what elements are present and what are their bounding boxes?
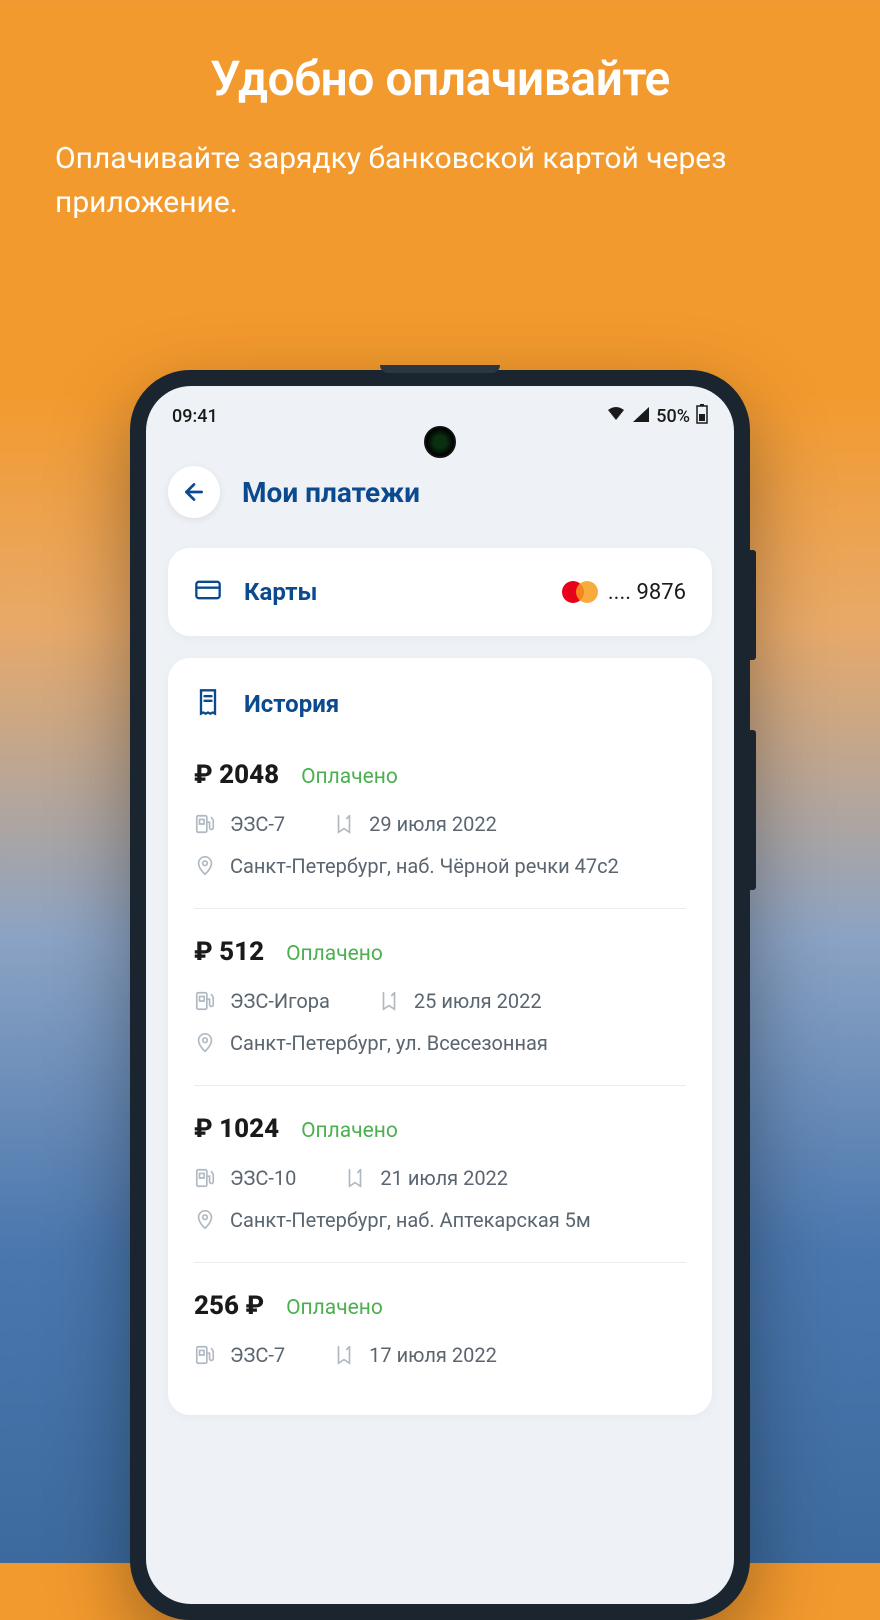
payment-date: 29 июля 2022 [369, 812, 497, 836]
payment-amount: ₽ 2048 [194, 760, 279, 790]
payment-address: Санкт-Петербург, ул. Всесезонная [230, 1031, 548, 1055]
station-icon [194, 990, 216, 1012]
battery-pct: 50% [656, 406, 690, 427]
card-masked-number: .... 9876 [608, 580, 686, 605]
station-icon [194, 1167, 216, 1189]
mastercard-icon [562, 581, 598, 603]
date-icon [333, 813, 355, 835]
wifi-icon [606, 406, 626, 427]
history-section: История ₽ 2048ОплаченоЭЗС-729 июля 2022С… [168, 658, 712, 1415]
phone-side-button [750, 730, 756, 890]
payment-address: Санкт-Петербург, наб. Чёрной речки 47с2 [230, 854, 619, 878]
payment-status: Оплачено [286, 942, 383, 966]
cards-label: Карты [244, 578, 540, 606]
payment-date: 25 июля 2022 [414, 989, 542, 1013]
promo-title: Удобно оплачивайте [0, 0, 880, 107]
location-icon [194, 1032, 216, 1054]
signal-icon [632, 406, 650, 427]
station-icon [194, 813, 216, 835]
receipt-icon [194, 688, 222, 720]
history-item[interactable]: ₽ 512 Оплачено ЭЗС-Игора 25 июля 2022 Санкт-… [194, 937, 686, 1086]
phone-side-button [750, 550, 756, 660]
history-header: История [194, 688, 686, 720]
station-name: ЭЗС-7 [230, 1343, 285, 1367]
history-item[interactable]: ₽ 1024 ОплаченоЭЗС-10 21 июля 2022 Санкт-Пе… [194, 1114, 686, 1263]
date-icon [333, 1344, 355, 1366]
status-right: 50% [606, 404, 708, 429]
station-name: ЭЗС-Игора [230, 989, 330, 1013]
status-time: 09:41 [172, 406, 218, 427]
station-name: ЭЗС-7 [230, 812, 285, 836]
phone-frame: 09:41 50% Мои платежи [130, 370, 750, 1620]
phone-screen: 09:41 50% Мои платежи [146, 386, 734, 1604]
history-item[interactable]: ₽ 2048 Оплачено ЭЗС-7 29 июля 2022 Санкт-Пет… [194, 760, 686, 909]
history-item[interactable]: 256 ₽ ОплаченоЭЗС-7 17 июля 2022 [194, 1291, 686, 1367]
date-icon [378, 990, 400, 1012]
payment-amount: ₽ 512 [194, 937, 264, 967]
payment-status: Оплачено [286, 1296, 383, 1320]
history-label: История [244, 690, 339, 718]
payment-status: Оплачено [301, 765, 398, 789]
payment-date: 21 июля 2022 [380, 1166, 508, 1190]
date-icon [344, 1167, 366, 1189]
payment-date: 17 июля 2022 [369, 1343, 497, 1367]
card-icon [194, 576, 222, 608]
payment-amount: 256 ₽ [194, 1291, 264, 1321]
station-name: ЭЗС-10 [230, 1166, 296, 1190]
payment-address: Санкт-Петербург, наб. Аптекарская 5м [230, 1208, 591, 1232]
station-icon [194, 1344, 216, 1366]
back-button[interactable] [168, 466, 220, 518]
payment-status: Оплачено [301, 1119, 398, 1143]
card-info: .... 9876 [562, 580, 686, 605]
cards-section[interactable]: Карты .... 9876 [168, 548, 712, 636]
payment-amount: ₽ 1024 [194, 1114, 279, 1144]
phone-camera [424, 426, 456, 458]
promo-subtitle: Оплачивайте зарядку банковской картой че… [0, 107, 880, 224]
location-icon [194, 855, 216, 877]
battery-icon [696, 404, 708, 429]
page-title: Мои платежи [242, 476, 420, 509]
location-icon [194, 1209, 216, 1231]
